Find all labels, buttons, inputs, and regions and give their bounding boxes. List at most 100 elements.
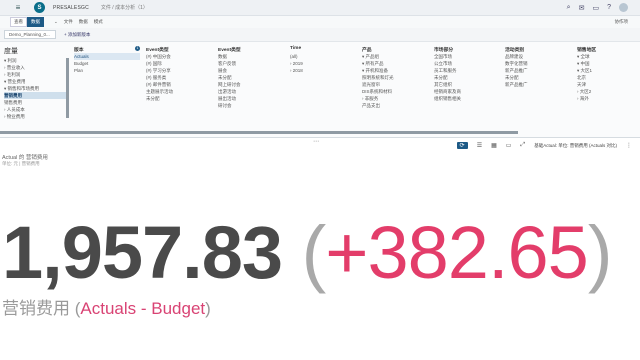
- event-column: Event类型 数据 客户反馈 展会 未分配 网上研讨会 出游活动 展出活动 研讨会: [218, 46, 284, 109]
- menu-file[interactable]: 文件: [64, 19, 73, 25]
- filter-member[interactable]: ▾ 利润: [4, 57, 66, 64]
- region-column: 销售地区 ▾ 全球 ▾ 中国 ▾ 大区1 北京 天津 › 大区2 › 海外: [577, 46, 637, 102]
- add-version-button[interactable]: + 添加新版本: [64, 32, 90, 38]
- filter-member[interactable]: 员工和服务: [434, 67, 500, 74]
- filter-member[interactable]: 新产品推广: [505, 67, 567, 74]
- filter-member[interactable]: ▾ 大区1: [577, 67, 637, 74]
- filter-member[interactable]: › 海外: [577, 95, 637, 102]
- filter-member[interactable]: 遮光窗帘: [362, 81, 428, 88]
- search-icon[interactable]: ⌕: [567, 4, 571, 12]
- panel-resize-handle[interactable]: ⋯: [313, 138, 319, 145]
- help-icon[interactable]: ?: [607, 4, 611, 11]
- filter-member[interactable]: 客户反馈: [218, 60, 284, 67]
- filter-member[interactable]: 经销商家及商: [434, 88, 500, 95]
- region-header[interactable]: 销售地区: [577, 46, 637, 53]
- fullscreen-icon[interactable]: ⤢: [520, 142, 525, 149]
- time-header[interactable]: Time: [290, 46, 356, 53]
- filter-member[interactable]: ▾ 全球: [577, 53, 637, 60]
- filter-member[interactable]: (#) 学习分享: [146, 67, 212, 74]
- filter-member[interactable]: 其它组织: [434, 81, 500, 88]
- filter-member[interactable]: ▾ 营业费用: [4, 78, 66, 85]
- filter-member[interactable]: › 物业费用: [4, 113, 66, 120]
- filter-member[interactable]: 未分配: [218, 74, 284, 81]
- filter-member[interactable]: › 营业收入: [4, 64, 66, 71]
- filter-member[interactable]: Plan: [74, 67, 140, 74]
- filter-member[interactable]: 销售费用: [4, 99, 66, 106]
- measure-header[interactable]: 度量: [4, 46, 66, 57]
- filter-member[interactable]: › 毛利润: [4, 71, 66, 78]
- sales-org-header[interactable]: 市场部分: [434, 46, 500, 53]
- filter-member[interactable]: 天津: [577, 81, 637, 88]
- filter-member[interactable]: 未分配: [434, 74, 500, 81]
- filter-member[interactable]: › 2019: [290, 60, 356, 67]
- menu-mode[interactable]: 模式: [94, 19, 103, 25]
- filter-member[interactable]: Actuals: [74, 53, 140, 60]
- grid-icon[interactable]: ▦: [491, 142, 497, 149]
- list-icon[interactable]: ☰: [477, 142, 482, 149]
- refresh-icon[interactable]: ⟳: [456, 142, 468, 149]
- chevron-down-icon[interactable]: ⌄: [54, 19, 58, 25]
- filter-member[interactable]: (#) 邮件营销: [146, 81, 212, 88]
- filter-member[interactable]: › 人员成本: [4, 106, 66, 113]
- more-options-icon[interactable]: ⋮: [626, 142, 632, 149]
- filter-member[interactable]: 主题展示活动: [146, 88, 212, 95]
- tab-data[interactable]: 数据: [27, 17, 44, 27]
- sales-channel-header[interactable]: 活动类别: [505, 46, 567, 53]
- filter-member[interactable]: DIS系统和材料: [362, 88, 428, 95]
- filter-member[interactable]: 网上研讨会: [218, 81, 284, 88]
- kpi-comparison-label: Actuals - Budget: [80, 299, 206, 318]
- collaboration-button[interactable]: 协作项: [615, 19, 629, 25]
- tab-view[interactable]: 查看: [10, 17, 27, 27]
- filter-member[interactable]: 未分配: [146, 95, 212, 102]
- filter-member[interactable]: ▾ 开机和准备: [362, 67, 428, 74]
- filter-member[interactable]: 出游活动: [218, 88, 284, 95]
- filter-member[interactable]: 产品支出: [362, 102, 428, 109]
- filter-member[interactable]: (#) 服务类: [146, 74, 212, 81]
- filter-member[interactable]: › 2018: [290, 67, 356, 74]
- filter-member[interactable]: 展出活动: [218, 95, 284, 102]
- filter-member[interactable]: Budget: [74, 60, 140, 67]
- filter-member[interactable]: (#) 中国分会: [146, 53, 212, 60]
- filter-member[interactable]: 研讨会: [218, 102, 284, 109]
- horizontal-scrollbar[interactable]: [0, 131, 518, 134]
- filter-member[interactable]: 公立市场: [434, 60, 500, 67]
- story-tab[interactable]: Demo_Planning_0...: [4, 30, 56, 39]
- filter-member[interactable]: › 大区2: [577, 88, 637, 95]
- filter-member[interactable]: 新产品推广: [505, 81, 567, 88]
- filter-member[interactable]: › 非服务: [362, 95, 428, 102]
- filter-member[interactable]: (all): [290, 53, 356, 60]
- product-header[interactable]: 产品: [362, 46, 428, 53]
- filter-member[interactable]: 北京: [577, 74, 637, 81]
- filter-member[interactable]: (#) 国际: [146, 60, 212, 67]
- filter-member[interactable]: 全国市场: [434, 53, 500, 60]
- hamburger-menu-icon[interactable]: ≡: [12, 3, 24, 12]
- filter-member[interactable]: ▾ 销售和市场费用: [4, 85, 66, 92]
- event-header[interactable]: Event类型: [218, 46, 284, 53]
- filter-member[interactable]: 展会: [218, 67, 284, 74]
- filter-member[interactable]: ▾ 中国: [577, 60, 637, 67]
- event-type-header[interactable]: Event类型: [146, 46, 212, 53]
- filter-count-badge: 1: [135, 46, 140, 51]
- filter-member[interactable]: 未分配: [505, 74, 567, 81]
- filter-member[interactable]: 品牌建设: [505, 53, 567, 60]
- version-column: 版本 1 Actuals Budget Plan: [74, 46, 140, 74]
- filter-member[interactable]: 照明系统和灯光: [362, 74, 428, 81]
- comments-icon[interactable]: ▭: [592, 4, 599, 12]
- version-header[interactable]: 版本: [74, 46, 140, 53]
- avatar[interactable]: [619, 3, 628, 12]
- filter-member[interactable]: 组织销售相关: [434, 95, 500, 102]
- filter-member[interactable]: 数字化营销: [505, 60, 567, 67]
- kpi-value: 1,957.83: [2, 211, 283, 294]
- vertical-scrollbar[interactable]: [66, 58, 69, 118]
- filter-member[interactable]: 数据: [218, 53, 284, 60]
- filter-member[interactable]: ▾ 产品组: [362, 53, 428, 60]
- filter-member[interactable]: 营销费用: [4, 92, 66, 99]
- comment-icon[interactable]: ▭: [506, 142, 512, 149]
- app-logo[interactable]: S: [34, 2, 45, 13]
- breadcrumb[interactable]: 文件 / 成本分析（1）: [101, 4, 148, 11]
- widget-subtitle: 单位: 元 | 营销费用: [2, 161, 40, 166]
- notifications-icon[interactable]: ✉: [579, 4, 585, 12]
- widget-context[interactable]: 基础Actual: 单位: 营销费用 (Actuals 对比): [534, 143, 617, 149]
- filter-member[interactable]: ▾ 所有产品: [362, 60, 428, 67]
- menu-data[interactable]: 数据: [79, 19, 88, 25]
